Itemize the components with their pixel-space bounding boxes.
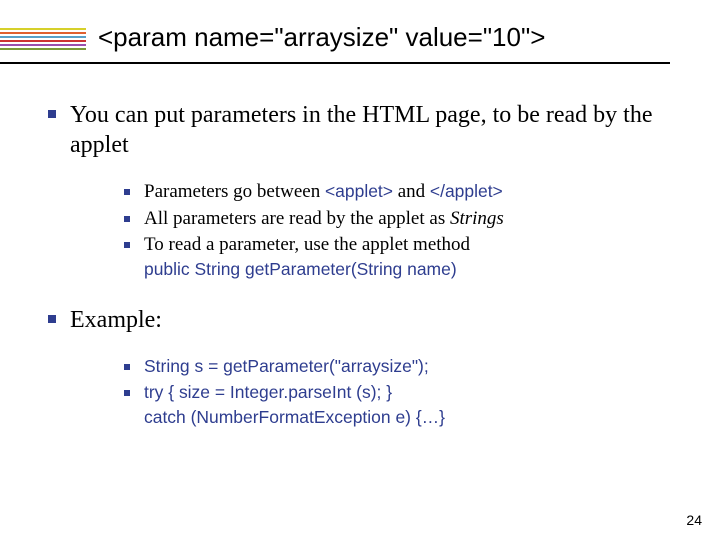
bullet-text: You can put parameters in the HTML page,… <box>70 102 653 158</box>
stripe <box>0 44 86 46</box>
code-applet-close: </applet> <box>430 181 503 201</box>
text: Parameters go between <box>144 181 325 202</box>
bullet-level1: You can put parameters in the HTML page,… <box>40 100 680 160</box>
text: and <box>393 181 430 202</box>
sub-bullets: String s = getParameter("arraysize"); tr… <box>118 355 680 431</box>
bullet-level2: All parameters are read by the applet as… <box>118 207 680 232</box>
code-line: try { size = Integer.parseInt (s); } <box>144 382 392 402</box>
sub-bullets: Parameters go between <applet> and </app… <box>118 180 680 283</box>
stripe <box>0 40 86 42</box>
stripe <box>0 32 86 34</box>
bullet-icon <box>124 242 130 248</box>
code-getparameter-sig: public String getParameter(String name) <box>144 259 457 279</box>
slide-content: You can put parameters in the HTML page,… <box>40 100 680 453</box>
bullet-text: All parameters are read by the applet as… <box>144 208 504 229</box>
bullet-icon <box>48 315 56 323</box>
bullet-icon <box>124 216 130 222</box>
bullet-level2: try { size = Integer.parseInt (s); } cat… <box>118 381 680 430</box>
bullet-level2: To read a parameter, use the applet meth… <box>118 233 680 282</box>
bullet-level2: Parameters go between <applet> and </app… <box>118 180 680 205</box>
slide-title: <param name="arraysize" value="10"> <box>98 22 545 53</box>
bullet-text: Example: <box>70 307 162 333</box>
decorative-stripes <box>0 28 86 54</box>
stripe <box>0 48 86 50</box>
bullet-icon <box>124 189 130 195</box>
page-number: 24 <box>686 512 702 528</box>
text: All parameters are read by the applet as <box>144 208 450 229</box>
emphasis-strings: Strings <box>450 208 504 229</box>
bullet-text: To read a parameter, use the applet meth… <box>144 234 470 255</box>
stripe <box>0 28 86 30</box>
bullet-icon <box>124 364 130 370</box>
code-applet-open: <applet> <box>325 181 393 201</box>
bullet-level1: Example: <box>40 305 680 335</box>
stripe <box>0 36 86 38</box>
bullet-icon <box>48 110 56 118</box>
bullet-text: Parameters go between <applet> and </app… <box>144 181 503 202</box>
code-line: catch (NumberFormatException e) {…} <box>144 407 445 427</box>
bullet-level2: String s = getParameter("arraysize"); <box>118 355 680 380</box>
code-line: String s = getParameter("arraysize"); <box>144 356 429 376</box>
bullet-icon <box>124 390 130 396</box>
title-underline <box>0 62 670 64</box>
